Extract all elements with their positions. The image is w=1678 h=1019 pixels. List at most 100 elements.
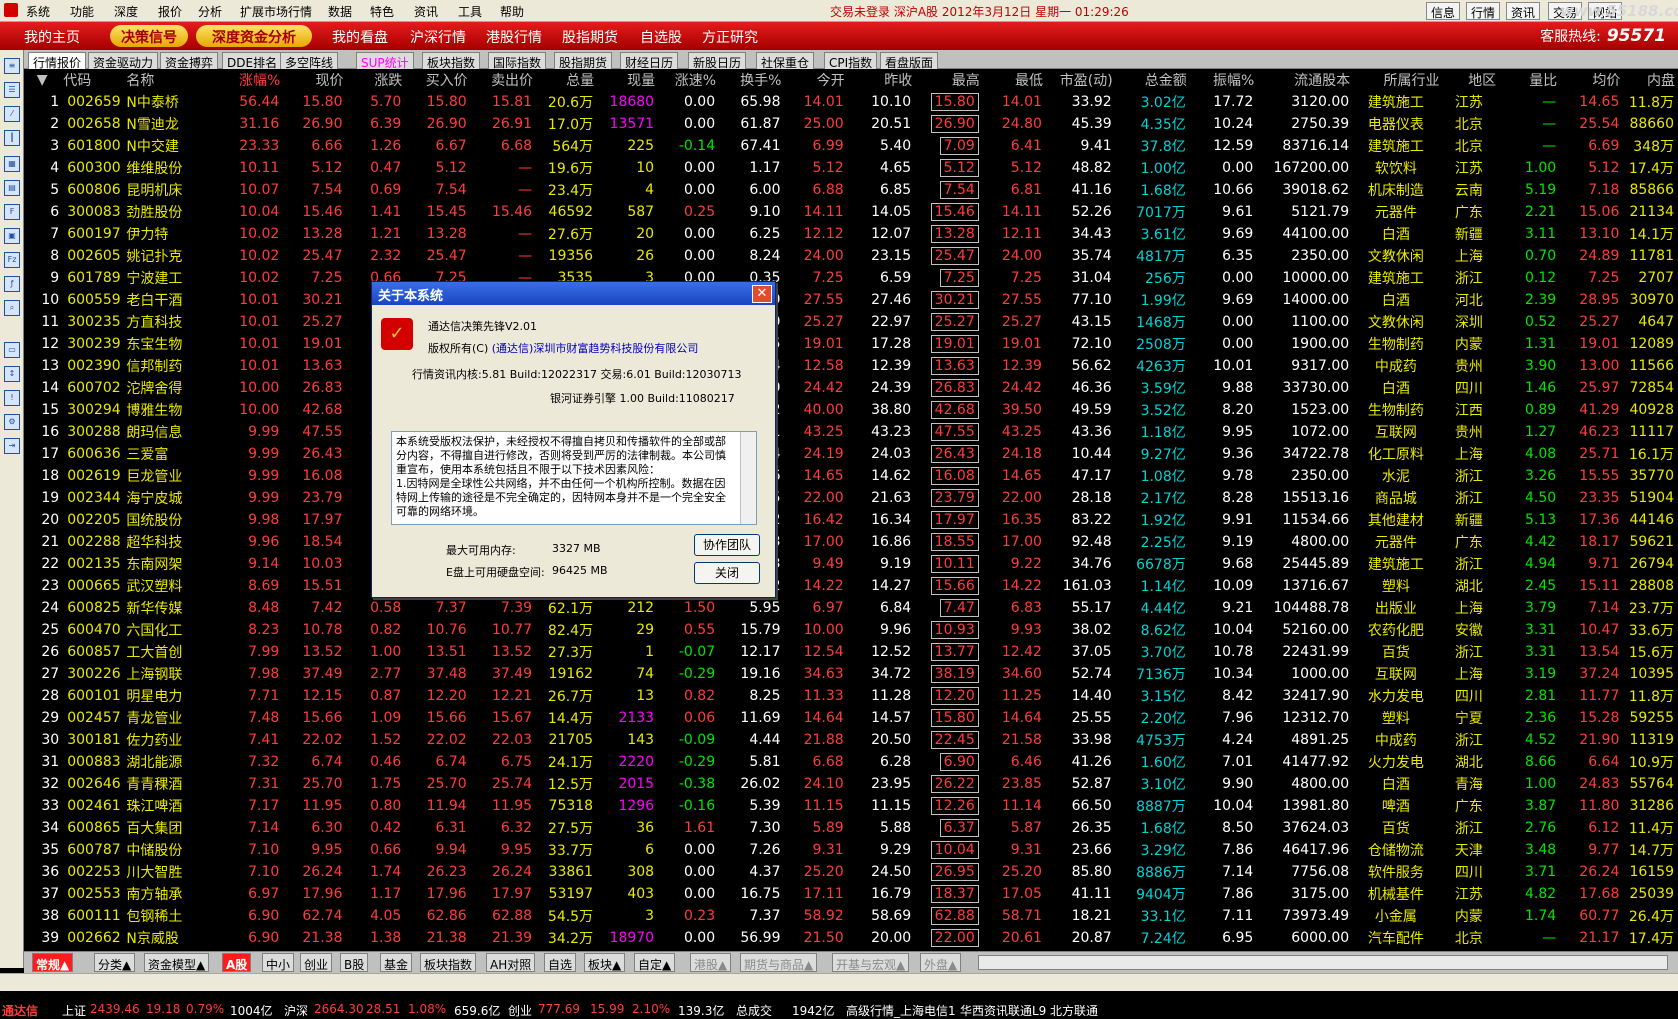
header-float-shares[interactable]: 流通股本: [1257, 69, 1353, 91]
btab-funds[interactable]: 基金: [380, 953, 413, 972]
btab-foreign[interactable]: 外盘▲: [920, 953, 962, 972]
table-row[interactable]: 30 300181 佐力药业 7.41 22.02 1.52 22.02 22.03 21705…: [24, 729, 1678, 751]
top-quote-button[interactable]: 行情: [1466, 2, 1501, 20]
tab-finance-calendar[interactable]: 财经日历: [620, 52, 679, 70]
table-row[interactable]: 26 600857 工大首创 7.99 13.52 1.00 13.51 13.52 27.3万…: [24, 641, 1678, 663]
table-row[interactable]: 20002205国统股份9.9817.971.6317.97—11.1万200.…: [24, 509, 1678, 531]
detail-list-icon[interactable]: ☰: [4, 82, 20, 98]
menu-depth[interactable]: 深度: [114, 3, 138, 20]
btab-ah[interactable]: AH对照: [486, 953, 536, 972]
header-change-pct[interactable]: 涨幅%: [224, 69, 283, 91]
f10-icon[interactable]: F: [4, 204, 20, 220]
close-button[interactable]: 关闭: [694, 562, 760, 584]
toolbar-index-futures[interactable]: 股指期货: [562, 27, 618, 47]
header-price[interactable]: 现价: [283, 69, 346, 91]
btab-general[interactable]: 常规▲: [32, 953, 74, 972]
table-row[interactable]: 36 002253 川大智胜 7.10 26.24 1.74 26.23 26.24 33861…: [24, 861, 1678, 883]
table-row[interactable]: 16300288朗玛信息9.9947.554.3247.55—25612150.…: [24, 421, 1678, 443]
table-row[interactable]: 3 601800 N中交建 23.33 6.66 1.26 6.67 6.68 564万 225 -…: [24, 135, 1678, 157]
header-amplitude[interactable]: 振幅%: [1190, 69, 1258, 91]
horizontal-scrollbar[interactable]: [978, 955, 1668, 970]
menu-tools[interactable]: 工具: [458, 3, 482, 20]
table-row[interactable]: 29 002457 青龙管业 7.48 15.66 1.09 15.66 15.67 14.4万…: [24, 707, 1678, 729]
btab-category[interactable]: 分类▲: [94, 953, 136, 972]
grid-icon[interactable]: ▦: [4, 156, 20, 172]
btab-sector-index[interactable]: 板块指数: [420, 953, 477, 972]
table-row[interactable]: 22002135东南网架9.1410.030.8410.02—69543390.…: [24, 553, 1678, 575]
header-ask[interactable]: 卖出价: [471, 69, 536, 91]
settings-icon[interactable]: ⚙: [4, 414, 20, 430]
table-row[interactable]: 18002619巨龙管业9.9916.081.4616.08—67124210.…: [24, 465, 1678, 487]
table-row[interactable]: 25 600470 六国化工 8.23 10.78 0.82 10.76 10.77 82.4万…: [24, 619, 1678, 641]
table-row[interactable]: 37 002553 南方轴承 6.97 17.96 1.17 17.96 17.97 53197…: [24, 883, 1678, 905]
table-row[interactable]: 35 600787 中储股份 7.10 9.95 0.66 9.94 9.95 33.7万 6 0.…: [24, 839, 1678, 861]
tab-cpi-index[interactable]: CPI指数: [824, 52, 878, 70]
company-link[interactable]: (通达信)深圳市财富趋势科技股份有限公司: [492, 342, 699, 355]
header-low[interactable]: 最低: [983, 69, 1046, 91]
toolbar-hk-quotes[interactable]: 港股行情: [486, 27, 542, 47]
table-row[interactable]: 17600636三爱富9.9926.432.4026.43—35.0万300.0…: [24, 443, 1678, 465]
btab-custom[interactable]: 自定▲: [634, 953, 676, 972]
table-row[interactable]: 19002344海宁皮城9.9923.792.1623.79—92247650.…: [24, 487, 1678, 509]
btab-watchlist[interactable]: 自选: [544, 953, 577, 972]
header-code[interactable]: 代码: [63, 69, 126, 91]
menu-quote[interactable]: 报价: [158, 3, 182, 20]
candle-chart-icon[interactable]: ┃: [4, 130, 20, 146]
export-icon[interactable]: ⇥: [4, 438, 20, 454]
btab-futures[interactable]: 期货与商品▲: [740, 953, 818, 972]
btab-sme[interactable]: 中小: [262, 953, 295, 972]
menu-help[interactable]: 帮助: [500, 3, 524, 20]
header-high[interactable]: 最高: [915, 69, 983, 91]
find-icon[interactable]: ⌕: [4, 300, 20, 316]
table-row[interactable]: 5 600806 昆明机床 10.07 7.54 0.69 7.54 — 23.4万 4 0.00 6…: [24, 179, 1678, 201]
header-name[interactable]: 名称: [126, 69, 224, 91]
header-open[interactable]: 今开: [784, 69, 847, 91]
formula-icon[interactable]: ƒ: [4, 276, 20, 292]
table-row[interactable]: 10600559老白干酒10.0130.212.7530.21—10.3万200…: [24, 289, 1678, 311]
line-chart-icon[interactable]: ⁄: [4, 106, 20, 122]
folder-icon[interactable]: ▭: [4, 342, 20, 358]
btab-gem[interactable]: 创业: [300, 953, 333, 972]
header-volume-ratio[interactable]: 量比: [1499, 69, 1560, 91]
table-row[interactable]: 2 002658 N雪迪龙 31.16 26.90 6.39 26.90 26.91 17.0万…: [24, 113, 1678, 135]
btab-a-shares[interactable]: A股: [222, 953, 252, 972]
header-prev-close[interactable]: 昨收: [848, 69, 916, 91]
tab-board-layout[interactable]: 看盘版面: [880, 52, 939, 70]
header-industry[interactable]: 所属行业: [1353, 69, 1442, 91]
tab-social-security[interactable]: 社保重仓: [756, 52, 815, 70]
header-inner-volume[interactable]: 内盘: [1623, 69, 1678, 91]
tab-ipo-calendar[interactable]: 新股日历: [688, 52, 747, 70]
menu-data[interactable]: 数据: [328, 3, 352, 20]
header-amount[interactable]: 总金额: [1116, 69, 1190, 91]
table-row[interactable]: 23000665武汉塑料8.6915.511.2415.51—72975150.…: [24, 575, 1678, 597]
header-speed[interactable]: 涨速%: [658, 69, 719, 91]
table-row[interactable]: 21002288超华科技9.9618.541.6818.54—12.3万100.…: [24, 531, 1678, 553]
toolbar-shsz-quotes[interactable]: 沪深行情: [410, 27, 466, 47]
btab-sector[interactable]: 板块▲: [584, 953, 626, 972]
tab-capital-game[interactable]: 资金搏弈: [160, 52, 219, 70]
tab-long-short[interactable]: 多空阵线: [280, 52, 339, 70]
tab-intl-index[interactable]: 国际指数: [488, 52, 547, 70]
menu-system[interactable]: 系统: [26, 3, 50, 20]
table-row[interactable]: 8 002605 姚记扑克 10.02 25.47 2.32 25.47 — 19356 26 0.…: [24, 245, 1678, 267]
table-row[interactable]: 28 600101 明星电力 7.71 12.15 0.87 12.20 12.21 26.7万…: [24, 685, 1678, 707]
tab-quotes[interactable]: 行情报价: [28, 52, 87, 70]
table-row[interactable]: 14600702沱牌舍得10.0026.832.4426.83—13.8万400…: [24, 377, 1678, 399]
header-pe[interactable]: 市盈(动): [1046, 69, 1116, 91]
tab-sector-index[interactable]: 板块指数: [422, 52, 481, 70]
menu-feature[interactable]: 特色: [370, 3, 394, 20]
header-avg-price[interactable]: 均价: [1560, 69, 1623, 91]
table-row[interactable]: 11300235方直科技10.0125.272.3025.27—5821110.…: [24, 311, 1678, 333]
menu-analysis[interactable]: 分析: [198, 3, 222, 20]
table-row[interactable]: 24 600825 新华传媒 8.48 7.42 0.58 7.37 7.39 62.1万 212…: [24, 597, 1678, 619]
header-region[interactable]: 地区: [1443, 69, 1500, 91]
table-row[interactable]: 7 600197 伊力特 10.02 13.28 1.21 13.28 — 27.6万 20 0.0…: [24, 223, 1678, 245]
calendar-icon[interactable]: ▣: [4, 228, 20, 244]
header-change[interactable]: 涨跌: [346, 69, 405, 91]
table-row[interactable]: 13002390信邦制药10.0113.631.2413.63—18986200…: [24, 355, 1678, 377]
table-row[interactable]: 6 300083 劲胜股份 10.04 15.46 1.41 15.45 15.46 46592…: [24, 201, 1678, 223]
toolbar-depth-capital[interactable]: 深度资金分析: [196, 25, 312, 47]
table-row[interactable]: 39 002662 N京威股 6.90 21.38 1.38 21.38 21.39 34.2万…: [24, 927, 1678, 949]
toolbar-my-board[interactable]: 我的看盘: [332, 27, 388, 47]
team-button[interactable]: 协作团队: [694, 534, 760, 556]
